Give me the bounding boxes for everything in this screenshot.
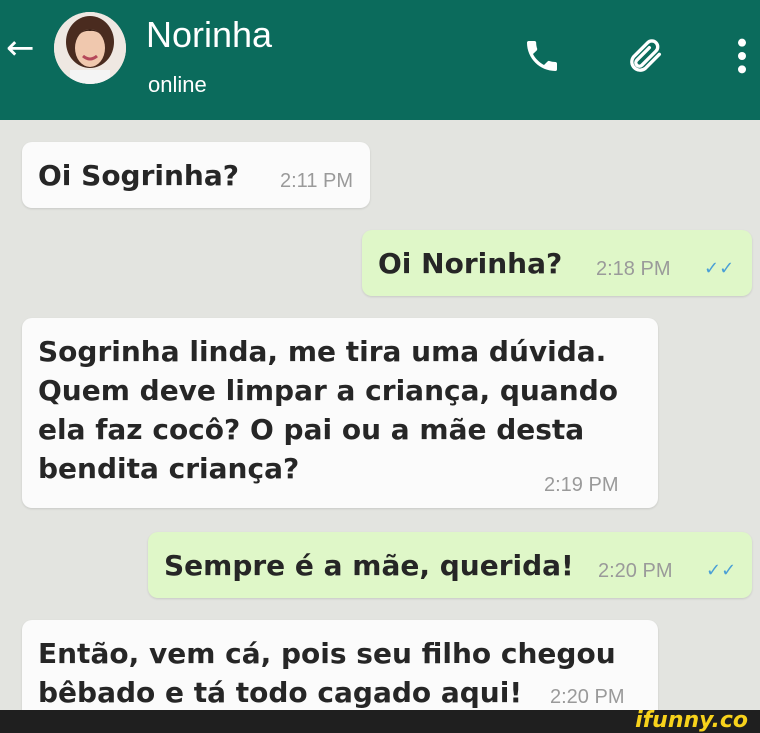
back-arrow-icon[interactable]: ← xyxy=(6,28,35,68)
paperclip-icon[interactable] xyxy=(626,36,666,76)
message-bubble-incoming[interactable]: Então, vem cá, pois seu filho chegou bêb… xyxy=(22,620,658,710)
message-line: bendita criança? xyxy=(38,452,300,485)
contact-status: online xyxy=(148,72,207,97)
message-time: 2:19 PM xyxy=(544,474,619,496)
contact-avatar[interactable] xyxy=(54,12,126,84)
message-time: 2:20 PM xyxy=(598,560,673,582)
message-line: Sogrinha linda, me tira uma dúvida. xyxy=(38,335,607,368)
more-vertical-icon[interactable] xyxy=(732,36,752,76)
message-text: Sogrinha linda, me tira uma dúvida. Quem… xyxy=(38,332,618,488)
watermark-bar: ifunny.co xyxy=(0,708,760,733)
chat-header: ← Norinha online xyxy=(0,0,760,120)
contact-name[interactable]: Norinha xyxy=(146,14,272,56)
read-receipt-icon: ✓✓ xyxy=(704,258,735,279)
message-line: Quem deve limpar a criança, quando xyxy=(38,374,618,407)
message-list[interactable]: Oi Sogrinha? 2:11 PM Oi Norinha? 2:18 PM… xyxy=(0,120,760,710)
message-line: bêbado e tá todo cagado aqui! xyxy=(38,676,523,709)
message-bubble-incoming[interactable]: Oi Sogrinha? 2:11 PM xyxy=(22,142,370,208)
message-text: Oi Norinha? xyxy=(378,247,563,280)
avatar-portrait-icon xyxy=(54,12,126,84)
message-time: 2:11 PM xyxy=(280,170,353,192)
message-time: 2:18 PM xyxy=(596,258,671,280)
message-bubble-incoming[interactable]: Sogrinha linda, me tira uma dúvida. Quem… xyxy=(22,318,658,508)
message-line: ela faz cocô? O pai ou a mãe desta xyxy=(38,413,585,446)
message-text: Então, vem cá, pois seu filho chegou bêb… xyxy=(38,634,616,710)
message-bubble-outgoing[interactable]: Sempre é a mãe, querida! 2:20 PM ✓✓ xyxy=(148,532,752,598)
message-text: Sempre é a mãe, querida! xyxy=(164,549,574,582)
message-line: Então, vem cá, pois seu filho chegou xyxy=(38,637,616,670)
phone-icon[interactable] xyxy=(522,36,562,76)
message-text: Oi Sogrinha? xyxy=(38,159,240,192)
message-time: 2:20 PM xyxy=(550,686,625,708)
message-bubble-outgoing[interactable]: Oi Norinha? 2:18 PM ✓✓ xyxy=(362,230,752,296)
read-receipt-icon: ✓✓ xyxy=(706,560,737,581)
ifunny-logo: ifunny.co xyxy=(635,708,748,733)
